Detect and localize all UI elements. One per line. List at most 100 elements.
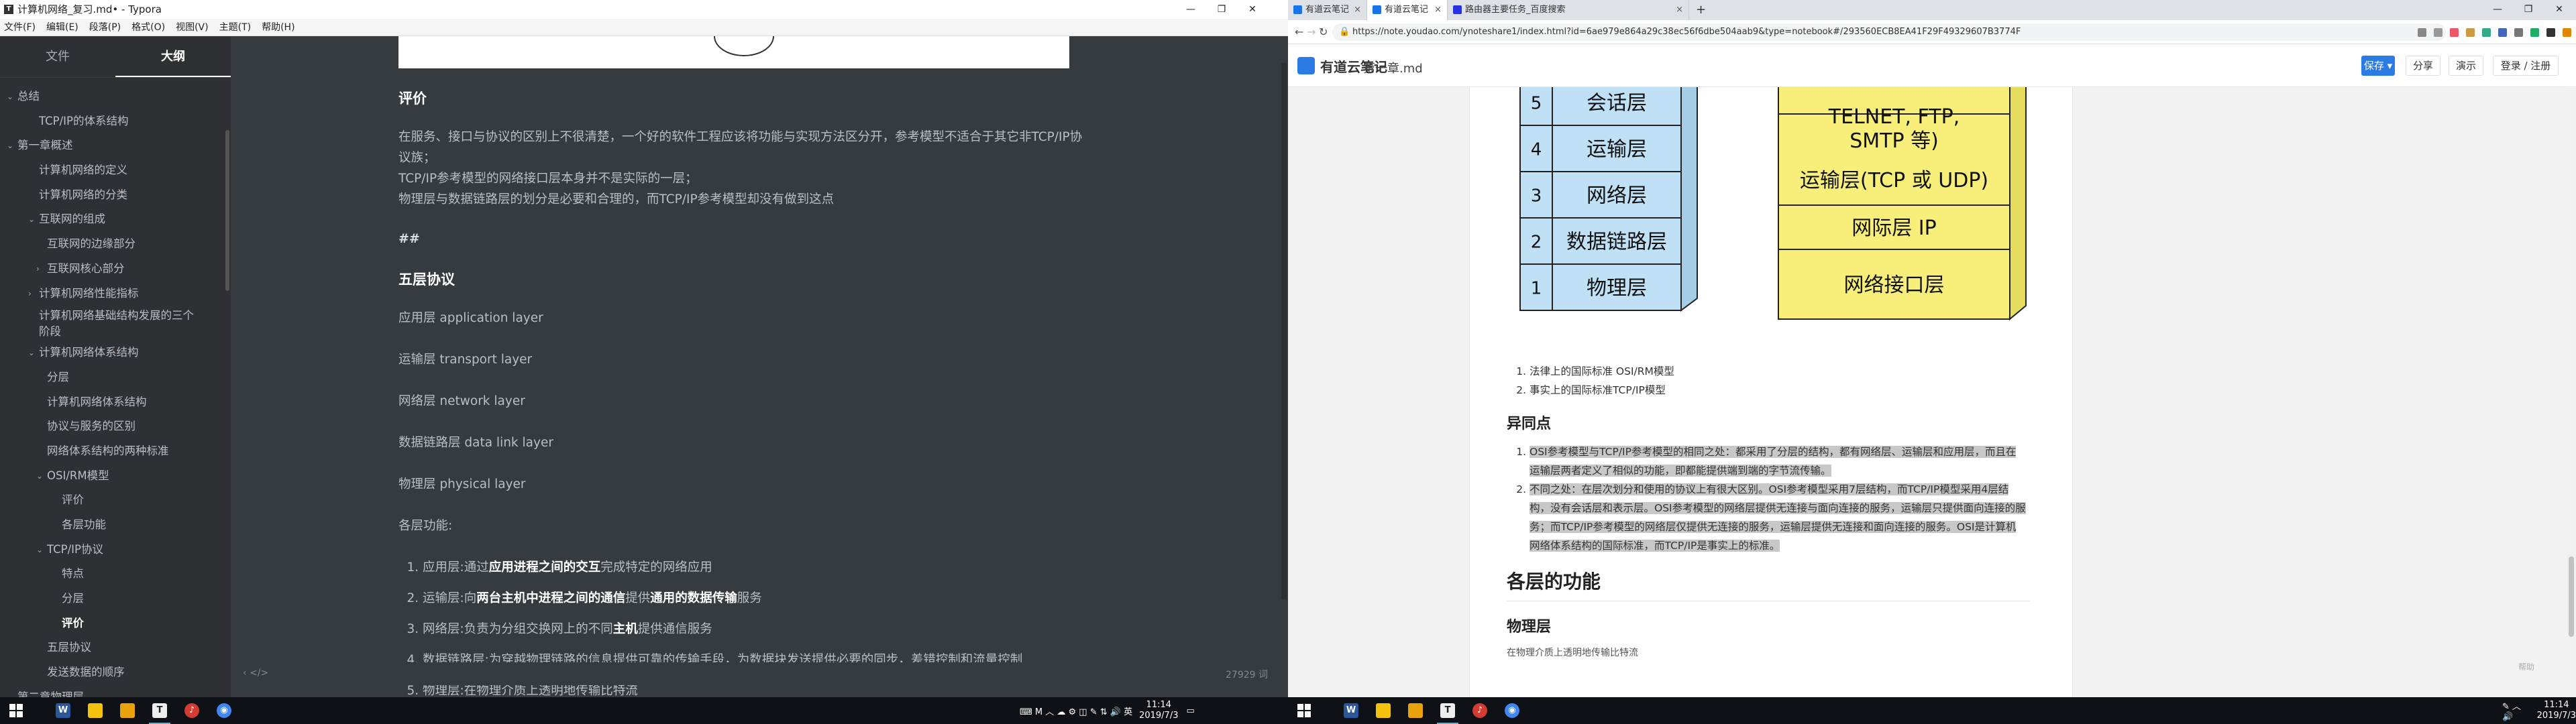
outline-item[interactable]: 计算机网络的分类 (0, 183, 231, 208)
sidebar-scrollbar[interactable] (225, 130, 229, 291)
chevron-down-icon[interactable]: ⌄ (28, 207, 35, 232)
editor-scrollbar[interactable] (1281, 63, 1287, 599)
minimize-button[interactable]: — (2482, 0, 2513, 19)
windows-start-icon[interactable] (1297, 704, 1311, 717)
outline-item[interactable]: ⌄ 计算机网络体系结构 (0, 341, 231, 365)
extension-icon[interactable] (2563, 27, 2571, 37)
taskbar-sticky-notes[interactable] (1367, 697, 1399, 724)
tab-outline[interactable]: 大纲 (115, 36, 231, 77)
taskbar-chrome[interactable]: ◉ (1496, 697, 1528, 724)
present-button[interactable]: 演示 (2449, 56, 2483, 76)
help-link[interactable]: 帮助 (2518, 661, 2534, 672)
extension-icon[interactable] (2530, 27, 2539, 37)
tab-close-icon[interactable]: × (1434, 0, 1442, 20)
extension-icon[interactable] (2466, 27, 2475, 37)
zoom-icon[interactable] (2418, 27, 2426, 37)
browser-tab[interactable]: 路由器主要任务_百度搜索 × (1448, 0, 1689, 20)
notification-icon[interactable]: ▭ (1186, 706, 1194, 716)
note-page[interactable]: 5 会话层 4 运输层 3 网络层 2 数据链路层 1 物理层 TELNET, FTP, SMTP 等… (1469, 87, 2073, 699)
save-button[interactable]: 保存 ▾ (2361, 56, 2395, 76)
outline-item[interactable]: 计算机网络的定义 (0, 158, 231, 183)
outline-item[interactable]: 协议与服务的区别 (0, 414, 231, 439)
chevron-down-icon[interactable]: ⌄ (28, 341, 35, 365)
back-icon[interactable]: ← (1295, 20, 1303, 44)
tray-icons[interactable]: ✎ ︿ 🔊 (2502, 699, 2530, 722)
close-button[interactable]: ✕ (2544, 0, 2575, 19)
windows-start-icon[interactable] (9, 704, 23, 717)
new-tab-button[interactable]: + (1696, 0, 1706, 20)
outline-item[interactable]: TCP/IP的体系结构 (0, 109, 231, 134)
menu-item[interactable]: 格式(O) (131, 19, 165, 36)
menu-item[interactable]: 视图(V) (176, 19, 209, 36)
taskbar-word[interactable]: W (1335, 697, 1367, 724)
outline-item[interactable]: 五层协议 (0, 636, 231, 660)
clock[interactable]: 11:14 2019/7/3 (2537, 700, 2576, 721)
menu-item[interactable]: 帮助(H) (262, 19, 294, 36)
footer-toggles[interactable]: ‹ </> (243, 668, 268, 678)
taskbar-sticky-notes[interactable] (79, 697, 111, 724)
taskbar-file-explorer[interactable] (111, 697, 144, 724)
outline-item[interactable]: ⌄ TCP/IP协议 (0, 538, 231, 562)
extension-icon[interactable] (2482, 27, 2491, 37)
tab-files[interactable]: 文件 (0, 36, 115, 77)
chevron-down-icon[interactable]: ⌄ (36, 538, 43, 562)
menu-item[interactable]: 段落(P) (89, 19, 121, 36)
word-count[interactable]: 27929 词 (1226, 668, 1268, 681)
chevron-right-icon[interactable]: › (36, 257, 40, 282)
extension-icon[interactable] (2498, 27, 2507, 37)
extension-icon[interactable] (2546, 27, 2555, 37)
outline-item[interactable]: 评价 (0, 611, 231, 636)
outline-item[interactable]: › 互联网核心部分 (0, 257, 231, 282)
outline-item[interactable]: 计算机网络体系结构 (0, 390, 231, 415)
menu-item[interactable]: 主题(T) (219, 19, 251, 36)
outline-item[interactable]: › 计算机网络性能指标 (0, 282, 231, 306)
minimize-button[interactable]: — (1175, 0, 1206, 19)
tray-icons[interactable]: ⌨ M ︿ ☁ ⚙ ◫ ✎ ⇅ 🔊 英 (1020, 705, 1132, 717)
outline-item[interactable]: 分层 (0, 365, 231, 390)
extension-icon[interactable] (2514, 27, 2523, 37)
extension-icon[interactable] (2450, 27, 2459, 37)
menu-item[interactable]: 文件(F) (4, 19, 36, 36)
menu-item[interactable]: 编辑(E) (46, 19, 78, 36)
taskbar-chrome[interactable]: ◉ (208, 697, 240, 724)
login-button[interactable]: 登录 / 注册 (2493, 56, 2559, 76)
editor-pane[interactable]: 评价 在服务、接口与协议的区别上不很清楚，一个好的软件工程应该将功能与实现方法区… (231, 36, 1288, 699)
taskbar-file-explorer[interactable] (1399, 697, 1432, 724)
taskbar-word[interactable]: W (47, 697, 79, 724)
outline-item[interactable]: 评价 (0, 488, 231, 513)
outline-item[interactable]: 分层 (0, 587, 231, 611)
browser-tab-active[interactable]: 有道云笔记 × (1367, 0, 1448, 20)
maximize-button[interactable]: ❐ (1206, 0, 1237, 19)
outline-item[interactable]: 互联网的边缘部分 (0, 232, 231, 257)
outline-item[interactable]: 网络体系结构的两种标准 (0, 439, 231, 464)
document-content[interactable]: 评价 在服务、接口与协议的区别上不很清楚，一个好的软件工程应该将功能与实现方法区… (398, 83, 1083, 699)
outline-item[interactable]: 特点 (0, 562, 231, 587)
taskbar-typora[interactable]: T (144, 697, 176, 724)
chevron-right-icon[interactable]: › (28, 282, 32, 306)
clock[interactable]: 11:14 2019/7/3 (1139, 700, 1178, 721)
scroll-thumb[interactable] (2569, 556, 2574, 637)
outline-item[interactable]: 各层功能 (0, 513, 231, 538)
taskbar-netease-music[interactable]: ♪ (1464, 697, 1496, 724)
outline-item[interactable]: ⌄ OSI/RM模型 (0, 464, 231, 489)
star-icon[interactable] (2434, 27, 2443, 37)
taskbar-netease-music[interactable]: ♪ (176, 697, 208, 724)
close-button[interactable]: ✕ (1237, 0, 1268, 19)
chevron-down-icon[interactable]: ⌄ (7, 84, 13, 109)
tab-close-icon[interactable]: × (1676, 0, 1683, 20)
chevron-down-icon[interactable]: ⌄ (7, 133, 13, 158)
forward-icon[interactable]: → (1307, 20, 1316, 44)
outline-item[interactable]: ⌄ 总结 (0, 84, 231, 109)
maximize-button[interactable]: ❐ (2513, 0, 2544, 19)
outline-item[interactable]: 计算机网络基础结构发展的三个阶段 (0, 306, 195, 341)
outline-item[interactable]: 发送数据的顺序 (0, 660, 231, 685)
reload-icon[interactable]: ↻ (1319, 20, 1328, 44)
outline-item[interactable]: ⌄ 第一章概述 (0, 133, 231, 158)
address-bar[interactable]: 🔒 https://note.youdao.com/ynoteshare1/in… (1332, 23, 2446, 41)
outline-item[interactable]: ⌄ 互联网的组成 (0, 207, 231, 232)
share-button[interactable]: 分享 (2406, 56, 2440, 76)
page-scrollbar[interactable] (2567, 87, 2576, 699)
tab-close-icon[interactable]: × (1354, 0, 1361, 20)
taskbar-typora[interactable]: T (1432, 697, 1464, 724)
browser-tab[interactable]: 有道云笔记 × (1288, 0, 1367, 20)
